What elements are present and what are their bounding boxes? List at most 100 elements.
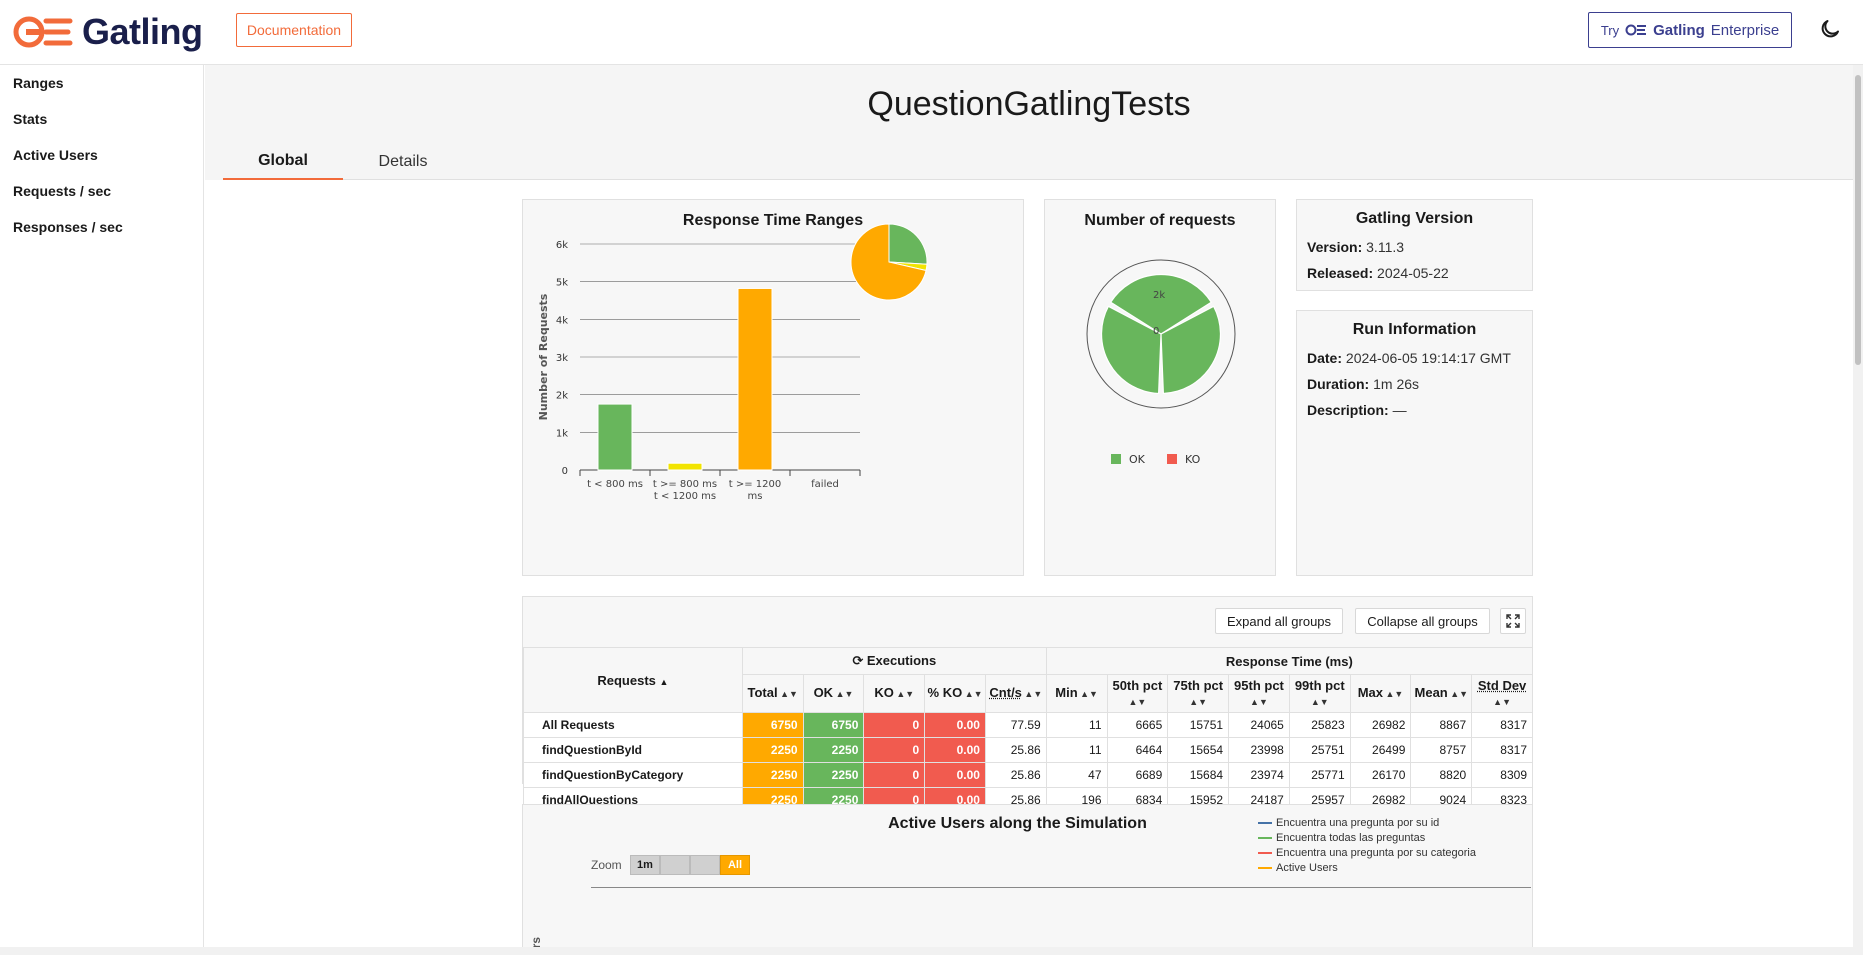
column-header-label: KO (874, 685, 894, 700)
response-time-ranges-panel: Response Time Ranges 0 1k 2k 3k 4k 5k 6k Number… (522, 199, 1024, 576)
column-header-mean[interactable]: Mean ▲▼ (1410, 674, 1473, 713)
cell-ok: 2250 (802, 737, 865, 763)
column-header-50th-pct[interactable]: 50th pct ▲▼ (1106, 674, 1169, 713)
column-header-std-dev[interactable]: Std Dev ▲▼ (1471, 674, 1533, 713)
requests-header[interactable]: Requests ▲ (523, 647, 743, 713)
table-row[interactable]: findQuestionByCategory 2250 2250 0 0.00 25.86… (523, 762, 1533, 788)
try-enterprise-button[interactable]: Try Gatling Enterprise (1588, 12, 1792, 48)
executions-group-header: ⟳ Executions (741, 647, 1047, 675)
collapse-all-groups-button[interactable]: Collapse all groups (1355, 608, 1490, 634)
legend-line-swatch (1258, 822, 1272, 824)
table-row[interactable]: findQuestionById 2250 2250 0 0.00 25.86 11 6464… (523, 737, 1533, 763)
cell-75th-pct: 15684 (1167, 762, 1230, 788)
legend-item[interactable]: Active Users (1258, 862, 1338, 874)
column-header-label: Mean (1414, 685, 1448, 700)
column-header-label: 99th pct (1294, 677, 1345, 693)
sidebar: Ranges Stats Active Users Requests / sec… (0, 65, 204, 955)
version-value: 3.11.3 (1366, 239, 1405, 255)
column-header--ko[interactable]: % KO ▲▼ (924, 674, 986, 713)
legend-item[interactable]: Encuentra una pregunta por su categoria (1258, 847, 1476, 859)
enterprise-brand: Gatling (1653, 21, 1705, 39)
tab-details[interactable]: Details (343, 143, 463, 180)
zoom-option-3-button[interactable] (690, 855, 720, 875)
zoom-1m-button[interactable]: 1m (630, 855, 660, 875)
request-name[interactable]: All Requests (523, 712, 743, 738)
x-tick-label: ms (748, 491, 763, 502)
request-name[interactable]: findQuestionById (523, 737, 743, 763)
bar[interactable] (667, 462, 703, 471)
column-header-min[interactable]: Min ▲▼ (1045, 674, 1108, 713)
column-header-label: Total (747, 685, 778, 700)
cell-95th-pct: 23998 (1228, 737, 1290, 763)
cell-min: 11 (1045, 737, 1108, 763)
pie-slice[interactable] (888, 223, 928, 265)
sidebar-item-responses-per-sec[interactable]: Responses / sec (13, 219, 123, 235)
bar[interactable] (737, 287, 773, 471)
number-of-requests-chart: 2k 0 OK KO (1086, 259, 1236, 466)
cell-min: 11 (1045, 712, 1108, 738)
request-name[interactable]: findQuestionByCategory (523, 762, 743, 788)
column-header-ok[interactable]: OK ▲▼ (802, 674, 865, 713)
sort-icon: ▲▼ (1021, 689, 1043, 699)
column-header-95th-pct[interactable]: 95th pct ▲▼ (1228, 674, 1290, 713)
gatling-logo[interactable]: Gatling (12, 8, 203, 56)
duration-value: 1m 26s (1373, 376, 1420, 392)
cell-ko: 0 (863, 762, 926, 788)
cell-max: 26170 (1349, 762, 1412, 788)
cell-cnt-s: 25.86 (984, 737, 1047, 763)
cell-cnt-s: 25.86 (984, 762, 1047, 788)
description-label: Description: (1307, 402, 1389, 418)
column-header-75th-pct[interactable]: 75th pct ▲▼ (1167, 674, 1230, 713)
gatling-version-title: Gatling Version (1355, 210, 1474, 227)
duration-label: Duration: (1307, 376, 1370, 392)
column-header-total[interactable]: Total ▲▼ (741, 674, 804, 713)
cell-95th-pct: 23974 (1228, 762, 1290, 788)
response-time-group-header: Response Time (ms) (1045, 647, 1534, 675)
cell-ko: 0 (863, 712, 926, 738)
sort-icon: ▲▼ (1447, 689, 1469, 699)
y-tick-label: 1k (556, 428, 568, 439)
sidebar-item-requests-per-sec[interactable]: Requests / sec (13, 183, 111, 199)
vertical-scrollbar[interactable] (1853, 65, 1863, 955)
documentation-button[interactable]: Documentation (236, 13, 352, 47)
fullscreen-button[interactable] (1500, 608, 1526, 634)
column-header-label: Max (1357, 685, 1383, 700)
expand-all-groups-button[interactable]: Expand all groups (1215, 608, 1343, 634)
stats-table: Requests ▲ ⟳ Executions Response Time (m… (523, 647, 1534, 813)
cell-50th-pct: 6665 (1106, 712, 1169, 738)
released-value: 2024-05-22 (1377, 265, 1449, 281)
horizontal-scrollbar[interactable] (0, 947, 1853, 955)
sidebar-item-stats[interactable]: Stats (13, 111, 47, 127)
column-header-cnt-s[interactable]: Cnt/s ▲▼ (984, 674, 1047, 713)
legend-label[interactable]: OK (1129, 453, 1146, 466)
legend-line-swatch (1258, 852, 1272, 854)
scrollbar-thumb[interactable] (1855, 75, 1861, 365)
sort-icon: ▲▼ (893, 689, 915, 699)
bar[interactable] (597, 403, 633, 471)
legend-item[interactable]: Encuentra una pregunta por su id (1258, 817, 1439, 829)
column-header-99th-pct[interactable]: 99th pct ▲▼ (1288, 674, 1351, 713)
cell-min: 47 (1045, 762, 1108, 788)
x-tick-label: failed (811, 479, 839, 490)
sort-icon: ▲▼ (1493, 696, 1511, 707)
zoom-all-button[interactable]: All (720, 855, 750, 875)
main-content: QuestionGatlingTests Global Details Resp… (205, 65, 1853, 955)
column-header-max[interactable]: Max ▲▼ (1349, 674, 1412, 713)
sidebar-item-ranges[interactable]: Ranges (13, 75, 64, 91)
sidebar-item-active-users[interactable]: Active Users (13, 147, 98, 163)
sort-icon: ▲▼ (1250, 696, 1268, 707)
legend-swatch (1111, 454, 1121, 464)
y-tick-label: 6k (556, 240, 568, 251)
column-header-ko[interactable]: KO ▲▼ (863, 674, 926, 713)
legend-item[interactable]: Encuentra todas las preguntas (1258, 832, 1425, 844)
logo-text: Gatling (82, 11, 203, 52)
cell-mean: 8757 (1410, 737, 1473, 763)
duration-row: Duration: 1m 26s (1307, 376, 1419, 392)
column-header-label: Std Dev (1477, 677, 1527, 693)
zoom-option-2-button[interactable] (660, 855, 690, 875)
tab-global[interactable]: Global (223, 143, 343, 180)
x-tick-label: t < 1200 ms (654, 491, 716, 502)
dark-mode-moon-icon[interactable] (1818, 17, 1842, 41)
legend-label[interactable]: KO (1185, 453, 1201, 466)
table-row[interactable]: All Requests 6750 6750 0 0.00 77.59 11 6665 1575… (523, 712, 1533, 738)
